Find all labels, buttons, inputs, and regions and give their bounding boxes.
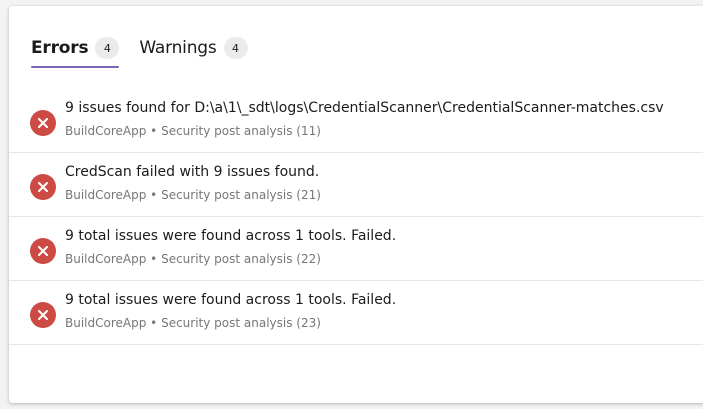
error-detail: Security post analysis (11) — [161, 124, 321, 138]
separator: • — [150, 316, 158, 330]
error-message: 9 total issues were found across 1 tools… — [65, 292, 397, 308]
separator: • — [150, 188, 158, 202]
error-source: BuildCoreApp — [65, 124, 147, 138]
error-detail: Security post analysis (22) — [161, 252, 321, 266]
tab-warnings-count-badge: 4 — [223, 37, 248, 59]
error-item[interactable]: 9 total issues were found across 1 tools… — [9, 217, 703, 281]
error-circle-icon — [30, 174, 56, 200]
tab-errors[interactable]: Errors 4 — [31, 34, 120, 68]
error-circle-icon — [30, 238, 56, 264]
error-item[interactable]: 9 total issues were found across 1 tools… — [9, 281, 703, 345]
error-item[interactable]: CredScan failed with 9 issues found. Bui… — [9, 153, 703, 217]
error-source-line: BuildCoreApp • Security post analysis (2… — [65, 188, 321, 202]
error-source-line: BuildCoreApp • Security post analysis (2… — [65, 252, 321, 266]
issues-panel: Errors 4 Warnings 4 9 issues found for D… — [9, 6, 703, 403]
error-source-line: BuildCoreApp • Security post analysis (2… — [65, 316, 321, 330]
error-detail: Security post analysis (21) — [161, 188, 321, 202]
error-circle-icon — [30, 110, 56, 136]
tab-errors-count-badge: 4 — [95, 37, 120, 59]
error-circle-icon — [30, 302, 56, 328]
error-message: CredScan failed with 9 issues found. — [65, 164, 320, 180]
tab-warnings[interactable]: Warnings 4 — [139, 34, 248, 62]
error-list: 9 issues found for D:\a\1\_sdt\logs\Cred… — [9, 89, 703, 345]
error-message: 9 issues found for D:\a\1\_sdt\logs\Cred… — [65, 100, 664, 116]
error-item[interactable]: 9 issues found for D:\a\1\_sdt\logs\Cred… — [9, 89, 703, 153]
tab-warnings-label: Warnings — [139, 38, 217, 58]
error-source: BuildCoreApp — [65, 188, 147, 202]
error-detail: Security post analysis (23) — [161, 316, 321, 330]
separator: • — [150, 124, 158, 138]
error-source: BuildCoreApp — [65, 316, 147, 330]
tab-errors-label: Errors — [31, 38, 89, 58]
error-source-line: BuildCoreApp • Security post analysis (1… — [65, 124, 321, 138]
error-source: BuildCoreApp — [65, 252, 147, 266]
tab-bar: Errors 4 Warnings 4 — [31, 34, 268, 68]
error-message: 9 total issues were found across 1 tools… — [65, 228, 397, 244]
separator: • — [150, 252, 158, 266]
